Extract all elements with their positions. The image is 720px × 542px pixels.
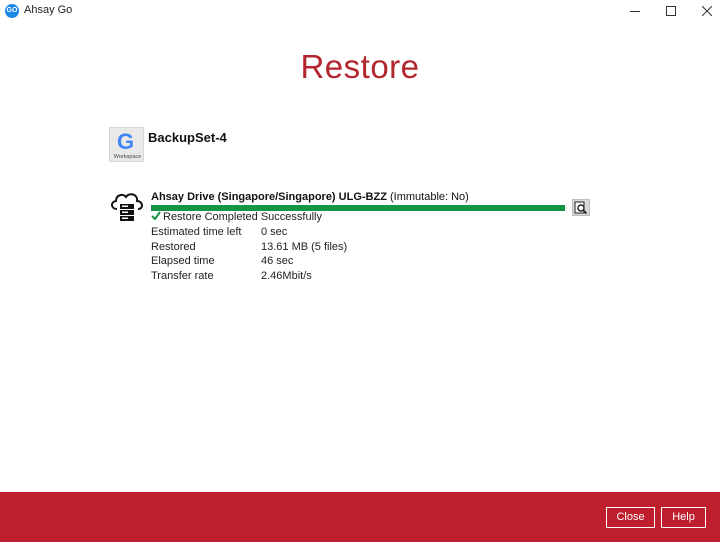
destination-name: Ahsay Drive (Singapore/Singapore) ULG-BZ… <box>151 191 469 203</box>
immutable-label: (Immutable: No) <box>389 191 469 203</box>
stat-row-restored: Restored 13.61 MB (5 files) <box>151 240 347 255</box>
status-text: Restore Completed Successfully <box>163 211 322 223</box>
stat-label: Restored <box>151 240 196 253</box>
restore-stats: Estimated time left 0 sec Restored 13.61 M… <box>151 225 347 283</box>
close-window-button[interactable] <box>689 0 720 22</box>
google-workspace-icon: G Workspace <box>109 127 144 162</box>
stat-value: 0 sec <box>261 226 288 238</box>
workspace-caption: Workspace <box>113 154 142 160</box>
close-button[interactable]: Close <box>606 507 655 528</box>
search-log-icon <box>574 201 588 214</box>
page-title: Restore <box>300 48 420 85</box>
maximize-button[interactable] <box>653 0 689 22</box>
destination-label: Ahsay Drive (Singapore/Singapore) ULG-BZ… <box>151 191 387 203</box>
close-icon <box>702 6 712 16</box>
stat-row-estimated-time: Estimated time left 0 sec <box>151 225 347 240</box>
help-button[interactable]: Help <box>661 507 706 528</box>
cloud-server-icon <box>108 190 146 226</box>
title-bar: GO Ahsay Go <box>0 0 720 22</box>
stat-row-elapsed-time: Elapsed time 46 sec <box>151 254 347 269</box>
stat-label: Elapsed time <box>151 255 215 267</box>
stat-value: 2.46Mbit/s <box>261 269 312 282</box>
maximize-icon <box>666 6 676 16</box>
restore-status: Restore Completed Successfully <box>151 211 322 223</box>
stat-value: 13.61 MB (5 files) <box>261 240 348 253</box>
check-icon <box>151 211 163 223</box>
stat-row-transfer-rate: Transfer rate 2.46Mbit/s <box>151 269 347 284</box>
app-logo-icon: GO <box>5 4 19 18</box>
stat-label: Estimated time left <box>151 226 242 238</box>
backup-set-name: BackupSet-4 <box>148 130 227 145</box>
window-title: Ahsay Go <box>24 4 73 16</box>
view-log-button[interactable] <box>572 199 590 216</box>
google-g-letter: G <box>117 129 135 154</box>
minimize-icon <box>630 11 640 12</box>
minimize-button[interactable] <box>617 0 653 22</box>
stat-value: 46 sec <box>261 255 294 267</box>
stat-label: Transfer rate <box>151 269 214 282</box>
